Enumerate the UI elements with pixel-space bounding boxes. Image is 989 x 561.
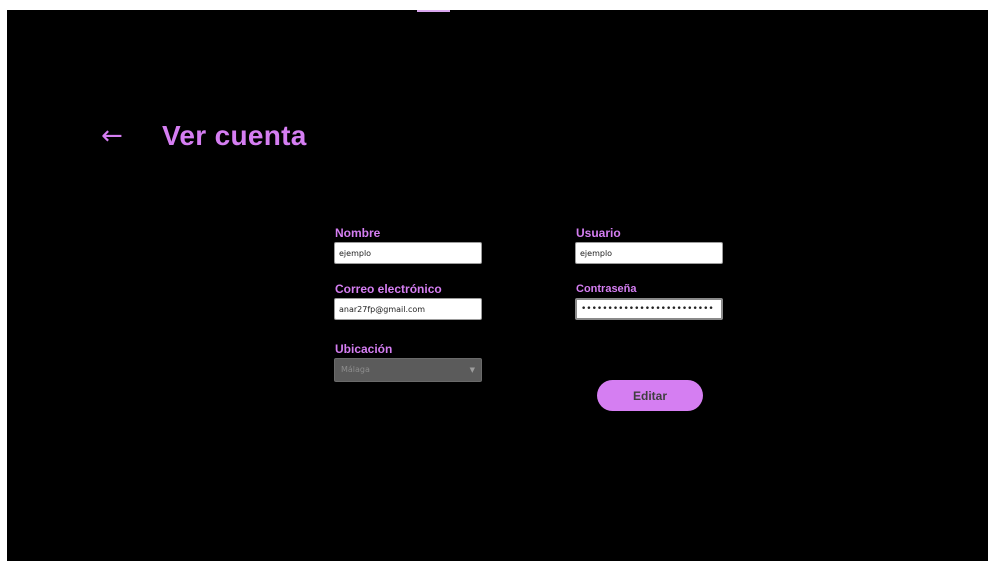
ubicacion-selected-value: Málaga xyxy=(341,365,370,374)
nombre-field[interactable] xyxy=(334,242,482,264)
correo-label: Correo electrónico xyxy=(335,282,442,296)
email-field[interactable] xyxy=(334,298,482,320)
chevron-down-icon: ▼ xyxy=(469,366,475,374)
nombre-label: Nombre xyxy=(335,226,381,240)
password-field[interactable] xyxy=(575,298,723,320)
contrasena-label: Contraseña xyxy=(576,283,637,295)
edit-button[interactable]: Editar xyxy=(597,380,703,411)
usuario-label: Usuario xyxy=(576,226,621,240)
top-accent-bar xyxy=(417,10,450,12)
ubicacion-select: Málaga ▼ xyxy=(334,358,482,382)
ubicacion-label: Ubicación xyxy=(335,342,393,356)
page-title: Ver cuenta xyxy=(162,120,307,151)
app-window: ← Ver cuenta Nombre Usuario Correo elect… xyxy=(7,10,988,561)
back-arrow-icon[interactable]: ← xyxy=(101,119,123,153)
usuario-field[interactable] xyxy=(575,242,723,264)
